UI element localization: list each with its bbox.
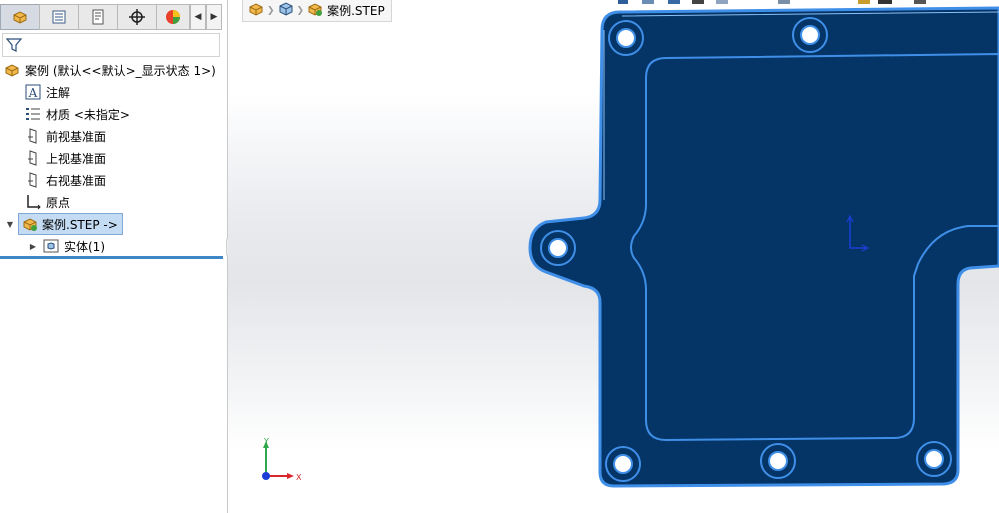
- selected-item-highlight: 案例.STEP ->: [18, 213, 123, 235]
- expanded-arrow-icon[interactable]: ▼: [4, 220, 16, 229]
- plane-icon: [23, 170, 43, 190]
- tree-item-label: 前视基准面: [46, 129, 107, 144]
- tree-item-label: 案例.STEP ->: [42, 217, 118, 232]
- feature-manager-icon: [13, 11, 27, 24]
- plane-icon: [23, 148, 43, 168]
- filter-icon: [6, 38, 22, 52]
- rollback-bar[interactable]: [0, 256, 223, 259]
- display-manager-icon: [166, 10, 180, 24]
- tree-item-label: 上视基准面: [46, 151, 107, 166]
- chevron-left-icon: ◀: [194, 12, 202, 22]
- tab-configuration-manager[interactable]: [78, 4, 118, 30]
- tab-display-manager[interactable]: [156, 4, 190, 30]
- feature-manager-panel: ◀ ▶ 案例 (默认<<默认>_显示状态 1>) A 注解 材质 <未指定> 前…: [0, 0, 228, 513]
- tree-item-label: 注解: [46, 85, 71, 100]
- triad-y-label: Y: [263, 437, 269, 446]
- tree-item-solid-bodies[interactable]: ▶ 实体(1): [27, 235, 105, 257]
- tree-item-label: 右视基准面: [46, 173, 107, 188]
- crosshair-icon: [129, 9, 145, 25]
- panel-tab-bar: ◀ ▶: [0, 4, 226, 31]
- property-manager-icon: [52, 10, 66, 24]
- tab-scroll-left[interactable]: ◀: [190, 4, 206, 30]
- tab-scroll-right[interactable]: ▶: [206, 4, 222, 30]
- tree-item-material[interactable]: 材质 <未指定>: [23, 103, 130, 125]
- plane-icon: [23, 126, 43, 146]
- material-icon: [23, 104, 43, 124]
- tree-item-top-plane[interactable]: 上视基准面: [23, 147, 106, 169]
- reference-triad: Y X: [262, 437, 302, 482]
- tree-item-origin[interactable]: 原点: [23, 191, 70, 213]
- tree-item-label: 实体(1): [64, 239, 105, 254]
- svg-text:A: A: [28, 86, 38, 100]
- tab-dimxpert-manager[interactable]: [117, 4, 157, 30]
- tree-item-annotations[interactable]: A 注解: [23, 81, 70, 103]
- tab-property-manager[interactable]: [39, 4, 79, 30]
- tree-item-label: 材质 <未指定>: [46, 107, 130, 122]
- tree-item-label: 原点: [46, 195, 71, 210]
- tree-filter-bar[interactable]: [2, 33, 220, 57]
- tree-root-label: 案例 (默认<<默认>_显示状态 1>): [25, 63, 216, 78]
- tree-item-imported-part[interactable]: ▼ 案例.STEP ->: [4, 213, 123, 235]
- part-icon: [2, 60, 22, 80]
- solid-bodies-folder-icon: [41, 236, 61, 256]
- part-model[interactable]: [228, 0, 999, 513]
- collapsed-arrow-icon[interactable]: ▶: [27, 242, 39, 251]
- origin-icon: [23, 192, 43, 212]
- graphics-viewport[interactable]: ❯ ❯ 案例.STEP Y X: [228, 0, 999, 513]
- configuration-manager-icon: [92, 9, 104, 25]
- part-icon: [20, 214, 40, 234]
- chevron-right-icon: ▶: [210, 12, 218, 22]
- tree-root-item[interactable]: 案例 (默认<<默认>_显示状态 1>): [2, 59, 216, 81]
- triad-x-label: X: [296, 473, 302, 482]
- tree-item-front-plane[interactable]: 前视基准面: [23, 125, 106, 147]
- tree-item-right-plane[interactable]: 右视基准面: [23, 169, 106, 191]
- annotations-icon: A: [23, 82, 43, 102]
- tab-feature-manager[interactable]: [0, 4, 40, 30]
